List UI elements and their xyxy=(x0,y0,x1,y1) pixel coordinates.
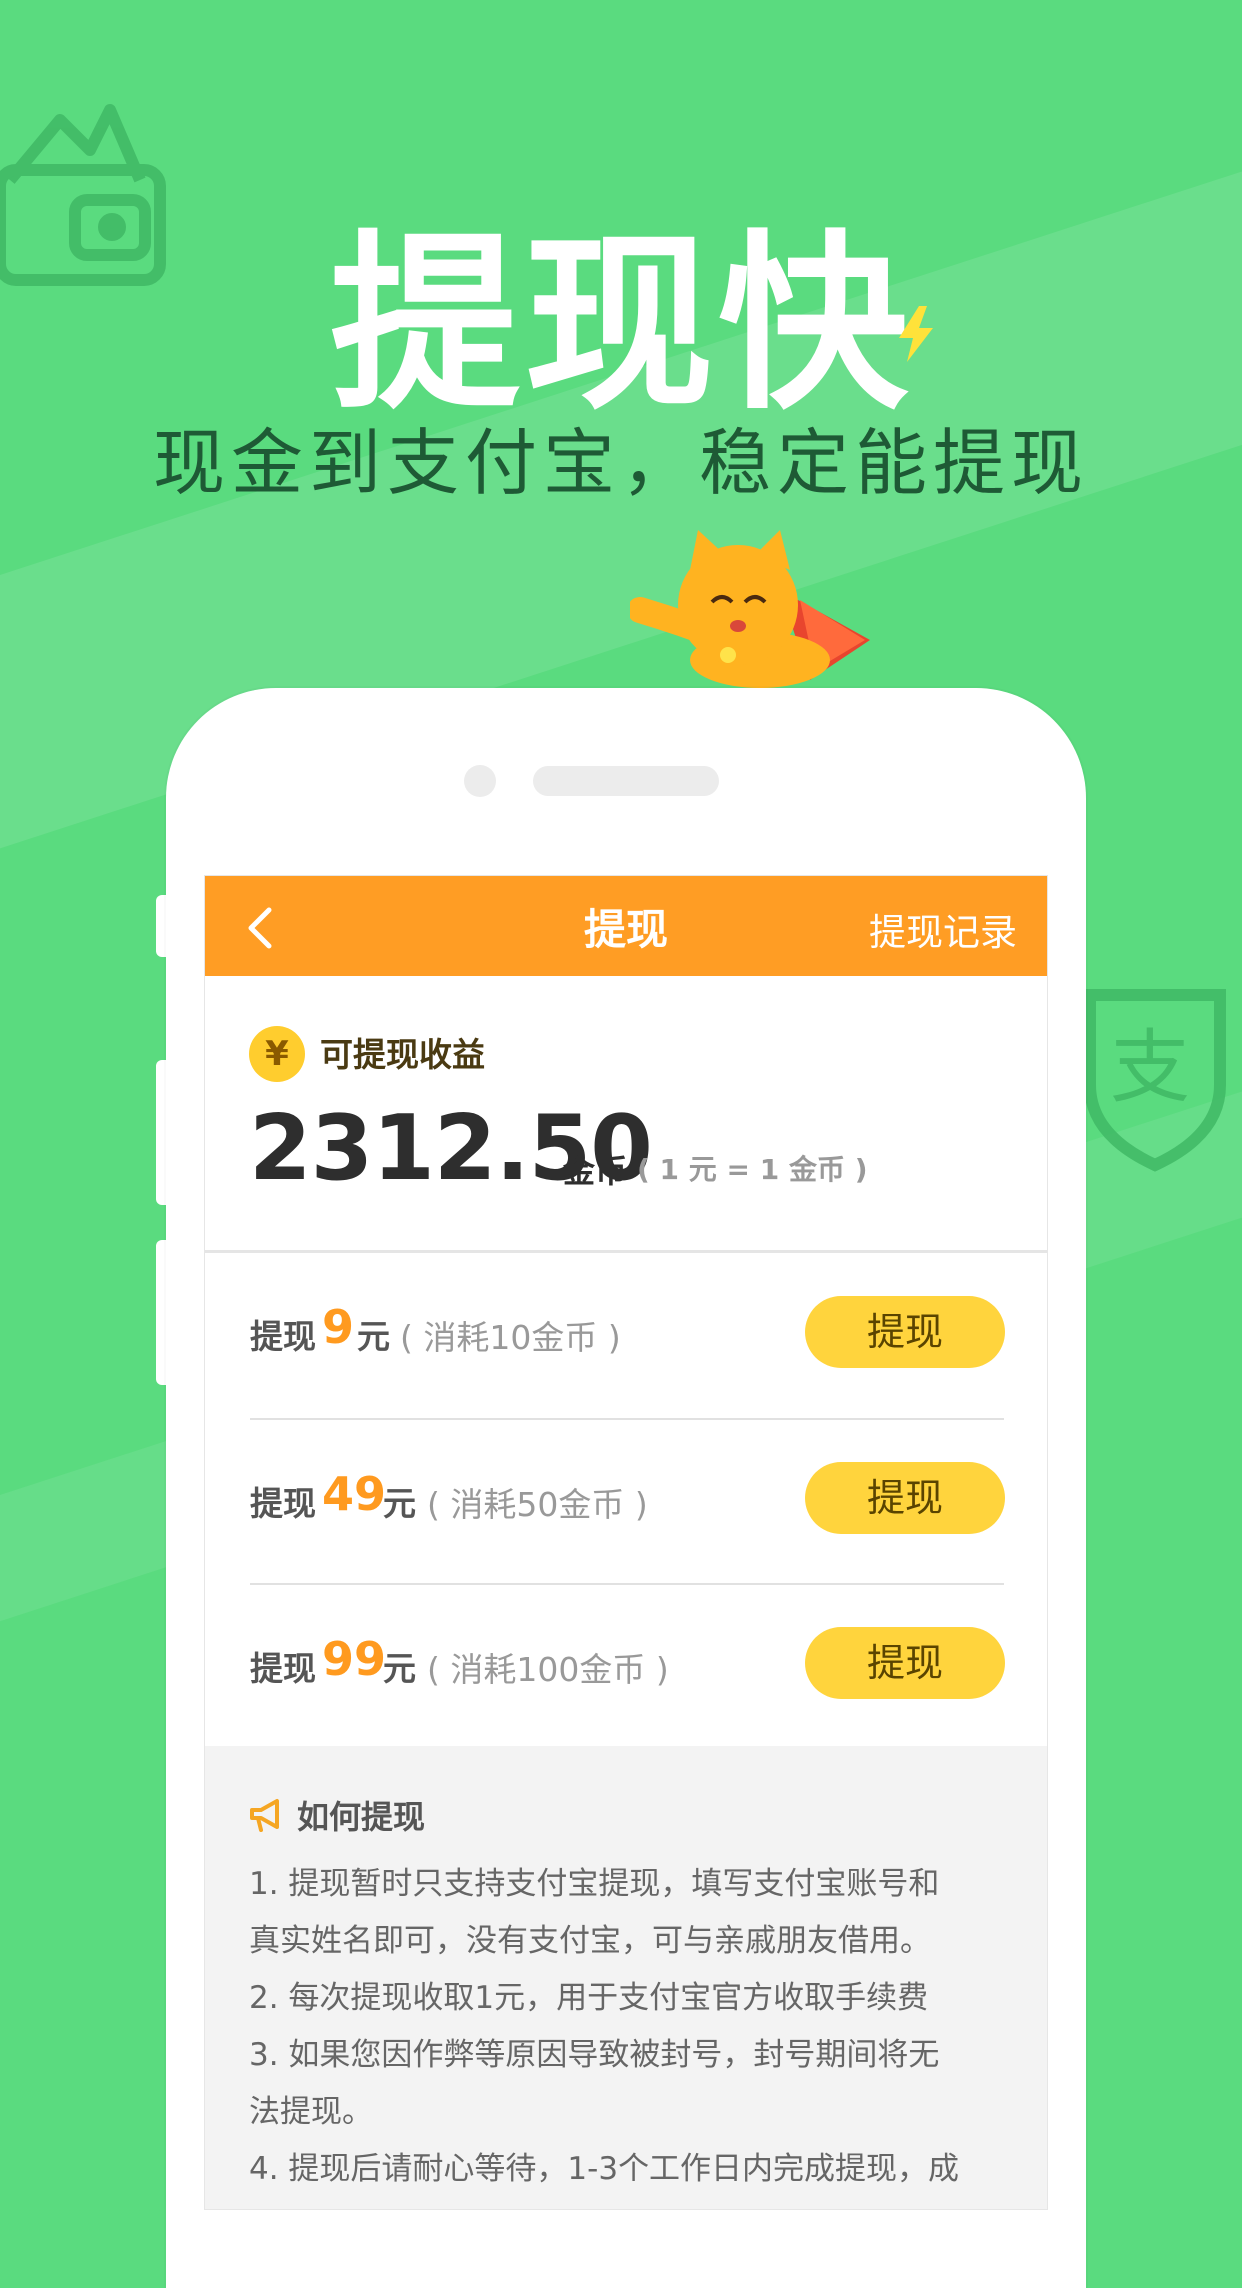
howto-line: 3. 如果您因作弊等原因导致被封号，封号期间将无 xyxy=(249,2037,940,2073)
howto-line: 法提现。 xyxy=(249,2094,373,2130)
withdraw-button[interactable]: 提现 xyxy=(805,1462,1005,1534)
withdraw-button[interactable]: 提现 xyxy=(805,1296,1005,1368)
option-suffix: 元 xyxy=(383,1484,416,1523)
earnings-unit: 金币 xyxy=(563,1152,628,1190)
option-prefix: 提现 xyxy=(250,1649,316,1688)
howto-panel: 如何提现 1. 提现暂时只支持支付宝提现，填写支付宝账号和 真实姓名即可，没有支… xyxy=(205,1746,1047,2209)
option-amount: 99 xyxy=(322,1632,387,1686)
withdraw-option: 提现 9 元 ( 消耗10金币 ) 提现 xyxy=(205,1253,1047,1418)
withdraw-option: 提现 49 元 ( 消耗50金币 ) 提现 xyxy=(205,1420,1047,1585)
alipay-shield-icon: 支 xyxy=(1084,989,1226,1172)
option-cost: ( 消耗50金币 ) xyxy=(427,1485,648,1524)
phone-camera xyxy=(464,765,496,797)
option-prefix: 提现 xyxy=(250,1317,316,1356)
howto-line: 1. 提现暂时只支持支付宝提现，填写支付宝账号和 xyxy=(249,1866,940,1902)
option-suffix: 元 xyxy=(383,1649,416,1688)
howto-line: 4. 提现后请耐心等待，1-3个工作日内完成提现，成 xyxy=(249,2151,960,2187)
howto-line: 真实姓名即可，没有支付宝，可与亲戚朋友借用。 xyxy=(249,1923,931,1959)
option-cost: ( 消耗10金币 ) xyxy=(400,1318,621,1357)
option-amount: 9 xyxy=(322,1300,355,1354)
app-screen: 提现 提现记录 ¥ 可提现收益 2312.50 金币 ( 1 元 = 1 金币 … xyxy=(204,875,1048,2210)
howto-line: 2. 每次提现收取1元，用于支付宝官方收取手续费 xyxy=(249,1980,929,2016)
howto-text: 1. 提现暂时只支持支付宝提现，填写支付宝账号和 真实姓名即可，没有支付宝，可与… xyxy=(249,1856,1019,2198)
earnings-label: 可提现收益 xyxy=(320,1035,485,1074)
megaphone-icon xyxy=(250,1799,279,1832)
withdraw-record-link[interactable]: 提现记录 xyxy=(869,902,1017,956)
cat-mascot xyxy=(630,530,870,688)
svg-text:支: 支 xyxy=(1110,1021,1190,1114)
option-suffix: 元 xyxy=(357,1317,390,1356)
option-prefix: 提现 xyxy=(250,1484,316,1523)
exchange-rate: ( 1 元 = 1 金币 ) xyxy=(637,1153,868,1186)
yen-icon: ¥ xyxy=(249,1026,305,1082)
howto-title: 如何提现 xyxy=(297,1798,426,1836)
hero-subtitle: 现金到支付宝，稳定能提现 xyxy=(152,421,1089,505)
earnings-panel: ¥ 可提现收益 2312.50 金币 ( 1 元 = 1 金币 ) xyxy=(205,976,1047,1253)
phone-speaker xyxy=(533,766,719,796)
withdraw-option: 提现 99 元 ( 消耗100金币 ) 提现 xyxy=(205,1585,1047,1750)
option-cost: ( 消耗100金币 ) xyxy=(427,1650,669,1689)
option-amount: 49 xyxy=(322,1467,387,1521)
lightning-icon xyxy=(899,306,933,362)
top-bar: 提现 提现记录 xyxy=(205,876,1047,976)
withdraw-button[interactable]: 提现 xyxy=(805,1627,1005,1699)
